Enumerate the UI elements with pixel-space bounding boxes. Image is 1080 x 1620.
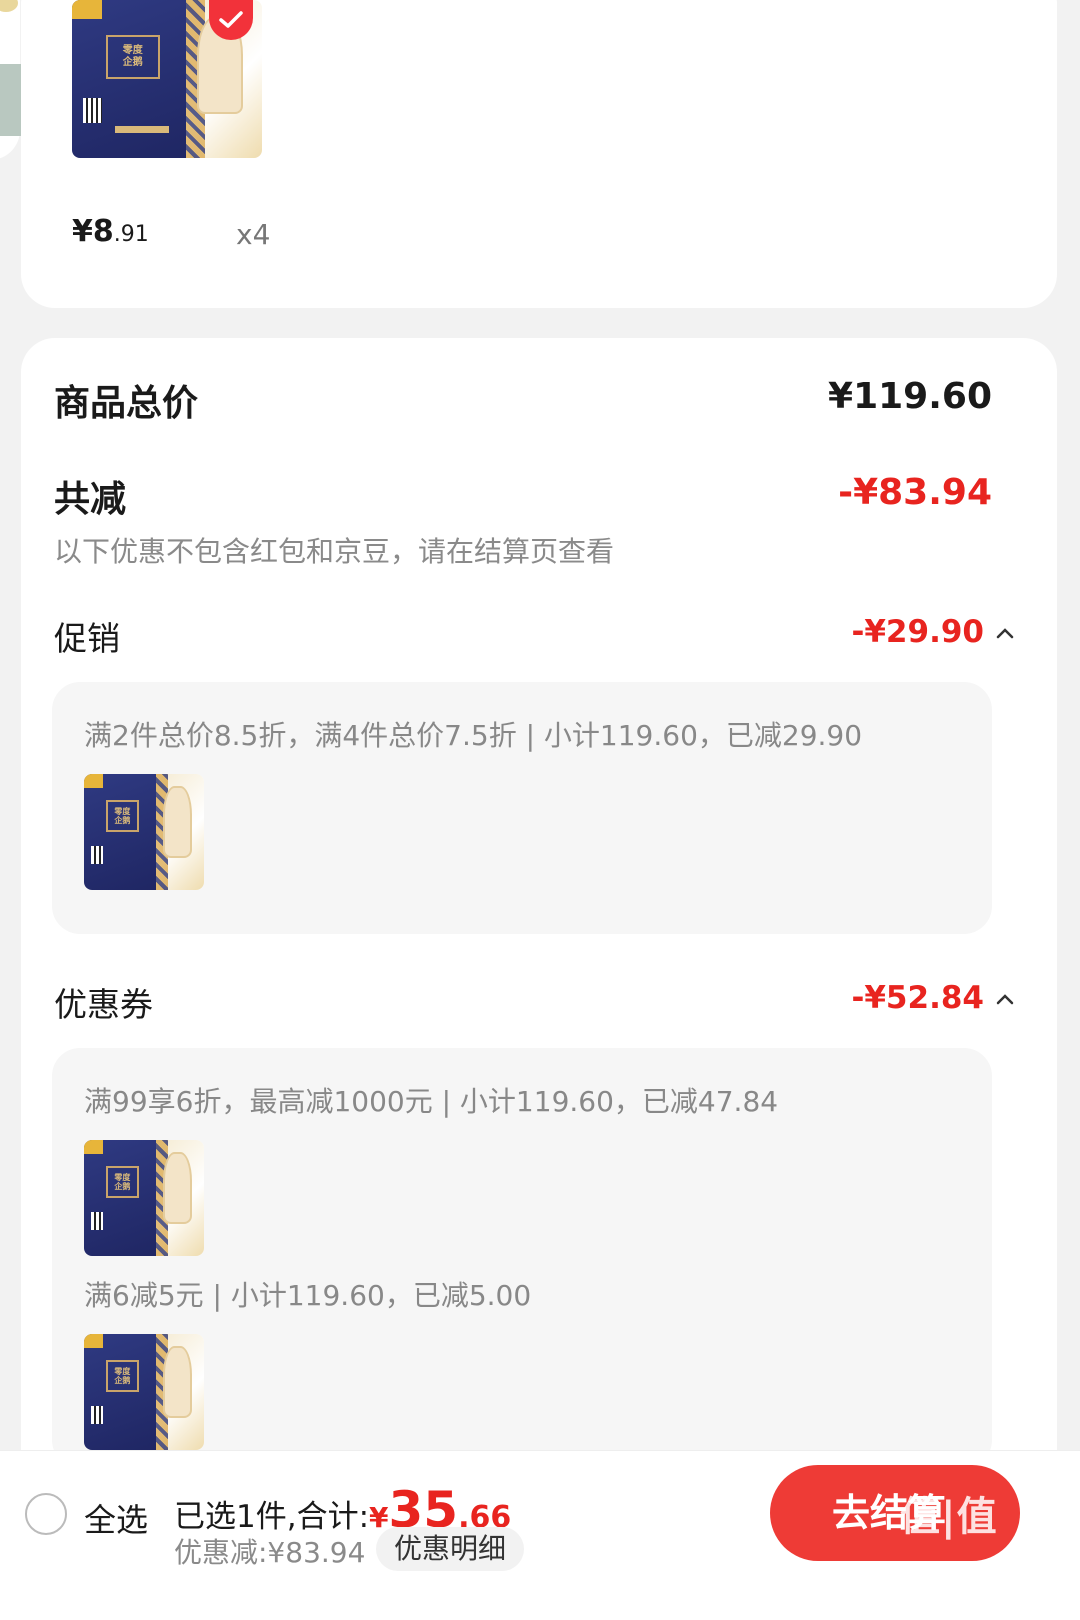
product-badge xyxy=(84,774,104,788)
item-price-dec: .91 xyxy=(113,222,149,247)
select-all-label[interactable]: 全选 xyxy=(84,1495,148,1541)
promotion-amount[interactable]: -¥29.90 xyxy=(852,614,985,650)
product-box: 零度 企鹅 xyxy=(84,1334,161,1450)
product-box: 零度 企鹅 xyxy=(72,0,194,158)
item-price-int: ¥8 xyxy=(72,214,114,249)
reduce-label: 共减 xyxy=(54,479,127,520)
product-box-title: 零度 企鹅 xyxy=(105,1359,140,1392)
discount-detail-button[interactable]: 优惠明细 xyxy=(376,1527,524,1571)
total-label: 商品总价 xyxy=(54,383,199,424)
coupon-amount[interactable]: -¥52.84 xyxy=(852,980,985,1016)
product-qr xyxy=(90,845,104,865)
discount-summary: 优惠减:¥83.94 xyxy=(174,1536,366,1569)
chevron-up-icon[interactable] xyxy=(994,622,1016,644)
coupon-product-image-1[interactable]: 零度 企鹅 xyxy=(84,1140,204,1256)
product-box-title: 零度 企鹅 xyxy=(105,1165,140,1198)
product-box-title: 零度 企鹅 xyxy=(106,34,160,79)
product-icecream xyxy=(163,785,192,858)
coupon-detail-2: 满6减5元 | 小计119.60，已减5.00 xyxy=(84,1279,532,1312)
watermark-url: zhizhizhi.com xyxy=(902,1592,1011,1611)
product-box-title: 零度 企鹅 xyxy=(105,799,140,832)
product-icecream xyxy=(163,1345,192,1418)
product-icecream xyxy=(163,1151,192,1224)
discount-note: 以下优惠不包含红包和京豆，请在结算页查看 xyxy=(54,535,615,568)
promotion-detail: 满2件总价8.5折，满4件总价7.5折 | 小计119.60，已减29.90 xyxy=(84,719,863,752)
product-strip xyxy=(114,126,170,133)
item-quantity: x4 xyxy=(236,218,271,251)
radio-icon[interactable] xyxy=(25,1493,67,1535)
product-qr xyxy=(90,1211,104,1231)
product-badge xyxy=(72,0,103,19)
promotion-label: 促销 xyxy=(54,619,120,658)
promotion-product-image[interactable]: 零度 企鹅 xyxy=(84,774,204,890)
product-box: 零度 企鹅 xyxy=(84,774,161,890)
chevron-up-icon[interactable] xyxy=(994,988,1016,1010)
coupon-product-image-2[interactable]: 零度 企鹅 xyxy=(84,1334,204,1450)
total-value: ¥119.60 xyxy=(828,376,992,417)
check-icon-svg xyxy=(219,11,243,28)
coupon-detail-1: 满99享6折，最高减1000元 | 小计119.60，已减47.84 xyxy=(84,1085,779,1118)
product-badge xyxy=(84,1334,104,1348)
coupon-label: 优惠券 xyxy=(54,985,153,1024)
product-badge xyxy=(84,1140,104,1154)
product-qr xyxy=(90,1405,104,1425)
watermark-logo: 值|值 xyxy=(900,1494,998,1540)
item-price: ¥8.91 xyxy=(72,214,149,249)
product-qr xyxy=(82,97,103,124)
reduce-value: -¥83.94 xyxy=(838,472,992,513)
selected-prefix: 已选1件,合计: xyxy=(174,1499,370,1535)
total-currency: ¥ xyxy=(369,1501,389,1534)
product-box: 零度 企鹅 xyxy=(84,1140,161,1256)
